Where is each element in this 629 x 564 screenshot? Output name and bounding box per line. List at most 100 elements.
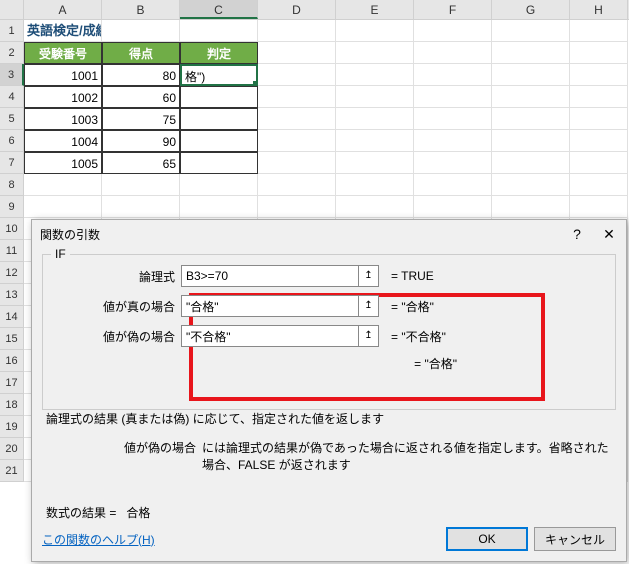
cell-A3[interactable]: 1001 <box>24 64 102 86</box>
cell[interactable] <box>414 130 492 152</box>
cell-C5[interactable] <box>180 108 258 130</box>
rownum-7[interactable]: 7 <box>0 152 24 174</box>
cell[interactable] <box>570 174 628 196</box>
cell[interactable] <box>414 174 492 196</box>
cell[interactable] <box>258 86 336 108</box>
cell[interactable] <box>258 196 336 218</box>
rownum-20[interactable]: 20 <box>0 438 24 460</box>
rownum-5[interactable]: 5 <box>0 108 24 130</box>
collapse-icon[interactable]: ↥ <box>359 325 379 347</box>
dialog-titlebar[interactable]: 関数の引数 ? ✕ <box>32 220 626 248</box>
cell[interactable] <box>492 196 570 218</box>
cell[interactable] <box>570 42 628 64</box>
rownum-15[interactable]: 15 <box>0 328 24 350</box>
colheader-G[interactable]: G <box>492 0 570 19</box>
cell[interactable] <box>258 20 336 42</box>
cell[interactable] <box>336 108 414 130</box>
rownum-19[interactable]: 19 <box>0 416 24 438</box>
collapse-icon[interactable]: ↥ <box>359 265 379 287</box>
cell-A7[interactable]: 1005 <box>24 152 102 174</box>
cell[interactable] <box>258 130 336 152</box>
rownum-16[interactable]: 16 <box>0 350 24 372</box>
cell-B7[interactable]: 65 <box>102 152 180 174</box>
rownum-12[interactable]: 12 <box>0 262 24 284</box>
cell[interactable] <box>24 196 102 218</box>
cell-A6[interactable]: 1004 <box>24 130 102 152</box>
cell[interactable] <box>570 20 628 42</box>
cell[interactable] <box>336 196 414 218</box>
rownum-2[interactable]: 2 <box>0 42 24 64</box>
cell[interactable] <box>336 42 414 64</box>
header-score[interactable]: 得点 <box>102 42 180 64</box>
colheader-F[interactable]: F <box>414 0 492 19</box>
cell[interactable] <box>492 42 570 64</box>
cell[interactable] <box>414 152 492 174</box>
rownum-14[interactable]: 14 <box>0 306 24 328</box>
cell-B6[interactable]: 90 <box>102 130 180 152</box>
rownum-11[interactable]: 11 <box>0 240 24 262</box>
cell[interactable] <box>492 174 570 196</box>
cell[interactable] <box>414 20 492 42</box>
rownum-18[interactable]: 18 <box>0 394 24 416</box>
logical-test-input[interactable] <box>181 265 359 287</box>
cell[interactable] <box>258 64 336 86</box>
cell[interactable] <box>24 174 102 196</box>
cell[interactable] <box>570 108 628 130</box>
cell[interactable] <box>570 86 628 108</box>
cell[interactable] <box>570 64 628 86</box>
close-icon[interactable]: ✕ <box>600 226 618 243</box>
cell[interactable] <box>414 108 492 130</box>
cell[interactable] <box>336 86 414 108</box>
value-if-false-input[interactable] <box>181 325 359 347</box>
cell[interactable] <box>258 152 336 174</box>
cell[interactable] <box>492 20 570 42</box>
cell[interactable] <box>492 64 570 86</box>
rownum-13[interactable]: 13 <box>0 284 24 306</box>
cell[interactable] <box>492 86 570 108</box>
value-if-true-input[interactable] <box>181 295 359 317</box>
cell[interactable] <box>336 20 414 42</box>
cell[interactable] <box>102 196 180 218</box>
rownum-9[interactable]: 9 <box>0 196 24 218</box>
cancel-button[interactable]: キャンセル <box>534 527 616 551</box>
cell-C4[interactable] <box>180 86 258 108</box>
colheader-H[interactable]: H <box>570 0 628 19</box>
cell[interactable] <box>414 42 492 64</box>
cell[interactable] <box>336 130 414 152</box>
cell[interactable] <box>492 108 570 130</box>
title-cell[interactable]: 英語検定/成績評価 <box>24 20 102 42</box>
cell[interactable] <box>180 196 258 218</box>
cell[interactable] <box>180 174 258 196</box>
help-link[interactable]: この関数のヘルプ(H) <box>42 531 155 548</box>
rownum-10[interactable]: 10 <box>0 218 24 240</box>
cell[interactable] <box>180 20 258 42</box>
cell[interactable] <box>102 174 180 196</box>
cell[interactable] <box>336 64 414 86</box>
cell-B3[interactable]: 80 <box>102 64 180 86</box>
cell[interactable] <box>258 174 336 196</box>
colheader-B[interactable]: B <box>102 0 180 19</box>
colheader-E[interactable]: E <box>336 0 414 19</box>
cell[interactable] <box>102 20 180 42</box>
rownum-8[interactable]: 8 <box>0 174 24 196</box>
cell-C3-active[interactable]: 格") <box>180 64 258 86</box>
cell-B4[interactable]: 60 <box>102 86 180 108</box>
ok-button[interactable]: OK <box>446 527 528 551</box>
cell[interactable] <box>492 152 570 174</box>
cell[interactable] <box>414 86 492 108</box>
cell-C6[interactable] <box>180 130 258 152</box>
cell-A5[interactable]: 1003 <box>24 108 102 130</box>
cell[interactable] <box>336 174 414 196</box>
rownum-6[interactable]: 6 <box>0 130 24 152</box>
cell[interactable] <box>336 152 414 174</box>
colheader-D[interactable]: D <box>258 0 336 19</box>
cell[interactable] <box>258 108 336 130</box>
collapse-icon[interactable]: ↥ <box>359 295 379 317</box>
rownum-1[interactable]: 1 <box>0 20 24 42</box>
rownum-21[interactable]: 21 <box>0 460 24 482</box>
cell-C7[interactable] <box>180 152 258 174</box>
help-icon[interactable]: ? <box>568 226 586 243</box>
cell[interactable] <box>492 130 570 152</box>
cell[interactable] <box>414 64 492 86</box>
colheader-A[interactable]: A <box>24 0 102 19</box>
